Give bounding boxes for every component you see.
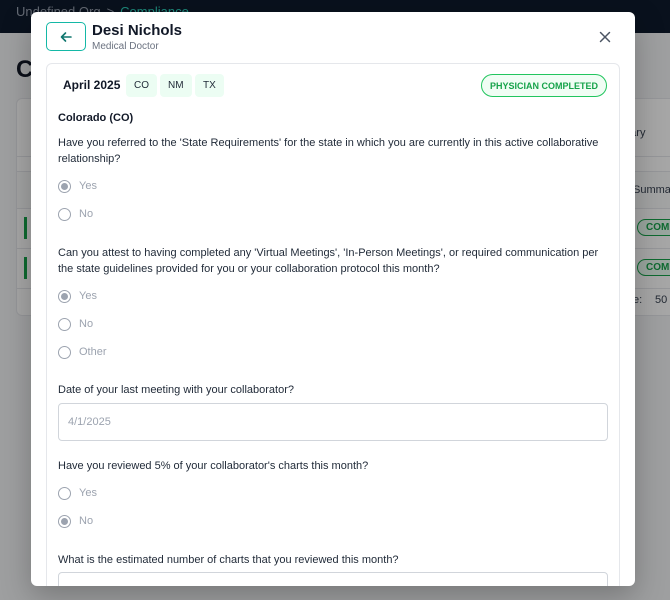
radio-button[interactable] [58,317,71,331]
state-tag-co[interactable]: CO [126,74,157,97]
close-button[interactable] [596,28,614,46]
radio-button[interactable] [58,514,71,528]
radio-option-yes[interactable]: Yes [58,178,97,194]
close-icon [599,31,611,43]
question-last-meeting-date: Date of your last meeting with your coll… [58,384,295,396]
option-label: Yes [79,180,97,192]
back-button[interactable] [46,22,86,51]
question-charts-reviewed: Have you reviewed 5% of your collaborato… [58,460,369,472]
report-month: April 2025 [63,78,121,92]
option-label: Other [79,346,107,358]
option-label: Yes [79,290,97,302]
option-label: No [79,515,94,527]
question-estimated-charts: What is the estimated number of charts t… [58,554,399,566]
doctor-name: Desi Nichols [92,22,183,39]
radio-button[interactable] [58,345,71,359]
question-state-requirements: Have you referred to the 'State Requirem… [58,137,599,165]
status-badge: PHYSICIAN COMPLETED [481,74,608,97]
radio-option-yes[interactable]: Yes [58,288,97,304]
estimated-charts-input[interactable] [58,572,608,586]
radio-option-no[interactable]: No [58,206,93,222]
radio-option-no[interactable]: No [58,513,93,529]
radio-button[interactable] [58,179,71,193]
radio-button[interactable] [58,289,71,303]
option-label: Yes [79,487,97,499]
radio-option-yes[interactable]: Yes [58,485,97,501]
option-label: No [79,318,94,330]
radio-option-no[interactable]: No [58,316,93,332]
question-meetings-attestation: Can you attest to having completed any '… [58,247,599,275]
option-label: No [79,208,94,220]
doctor-role: Medical Doctor [92,41,159,52]
radio-button[interactable] [58,207,71,221]
state-tag-nm[interactable]: NM [160,74,192,97]
radio-option-other[interactable]: Other [58,344,107,360]
section-title: Colorado (CO) [58,112,134,124]
report-card: April 2025 CO NM TX PHYSICIAN COMPLETED … [46,63,620,586]
last-meeting-date-input[interactable] [58,403,608,441]
compliance-detail-modal: Desi Nichols Medical Doctor April 2025 C… [31,12,635,586]
state-tag-tx[interactable]: TX [195,74,224,97]
arrow-left-icon [60,31,72,42]
radio-button[interactable] [58,486,71,500]
